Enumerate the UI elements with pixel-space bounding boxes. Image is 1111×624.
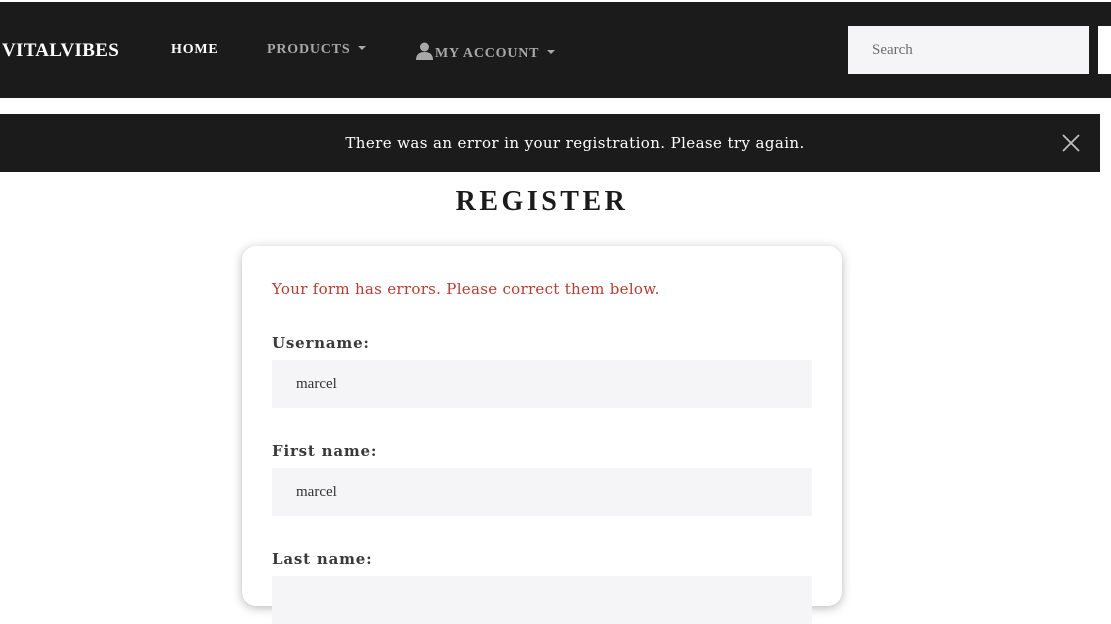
nav-my-account-label: MY ACCOUNT: [435, 46, 540, 61]
nav-home-label: HOME: [171, 42, 219, 57]
nav-my-account-dropdown[interactable]: MY ACCOUNT: [416, 42, 556, 62]
close-icon[interactable]: [1062, 134, 1080, 152]
search-input[interactable]: [848, 26, 1089, 74]
nav-products-label: PRODUCTS: [267, 42, 351, 57]
nav-products-dropdown[interactable]: PRODUCTS: [267, 42, 367, 58]
first-name-field[interactable]: [272, 468, 812, 516]
register-form-card: Your form has errors. Please correct the…: [242, 246, 842, 624]
nav-home-link[interactable]: HOME: [171, 42, 219, 58]
username-field[interactable]: [272, 360, 812, 408]
chevron-down-icon: [547, 50, 556, 54]
username-label: Username:: [272, 334, 370, 352]
brand-logo[interactable]: VITALVIBES: [2, 40, 119, 62]
alert-message: There was an error in your registration.…: [345, 134, 805, 152]
form-error-message: Your form has errors. Please correct the…: [272, 280, 660, 298]
last-name-field[interactable]: [272, 576, 812, 624]
page-title: REGISTER: [455, 186, 629, 217]
search-button[interactable]: [1098, 26, 1111, 74]
top-navbar: VITALVIBES HOME PRODUCTS MY ACCOUNT: [0, 2, 1111, 98]
chevron-down-icon: [358, 46, 367, 50]
user-icon: [416, 42, 433, 60]
first-name-label: First name:: [272, 442, 378, 460]
error-alert-banner: There was an error in your registration.…: [0, 114, 1100, 172]
last-name-label: Last name:: [272, 550, 373, 568]
